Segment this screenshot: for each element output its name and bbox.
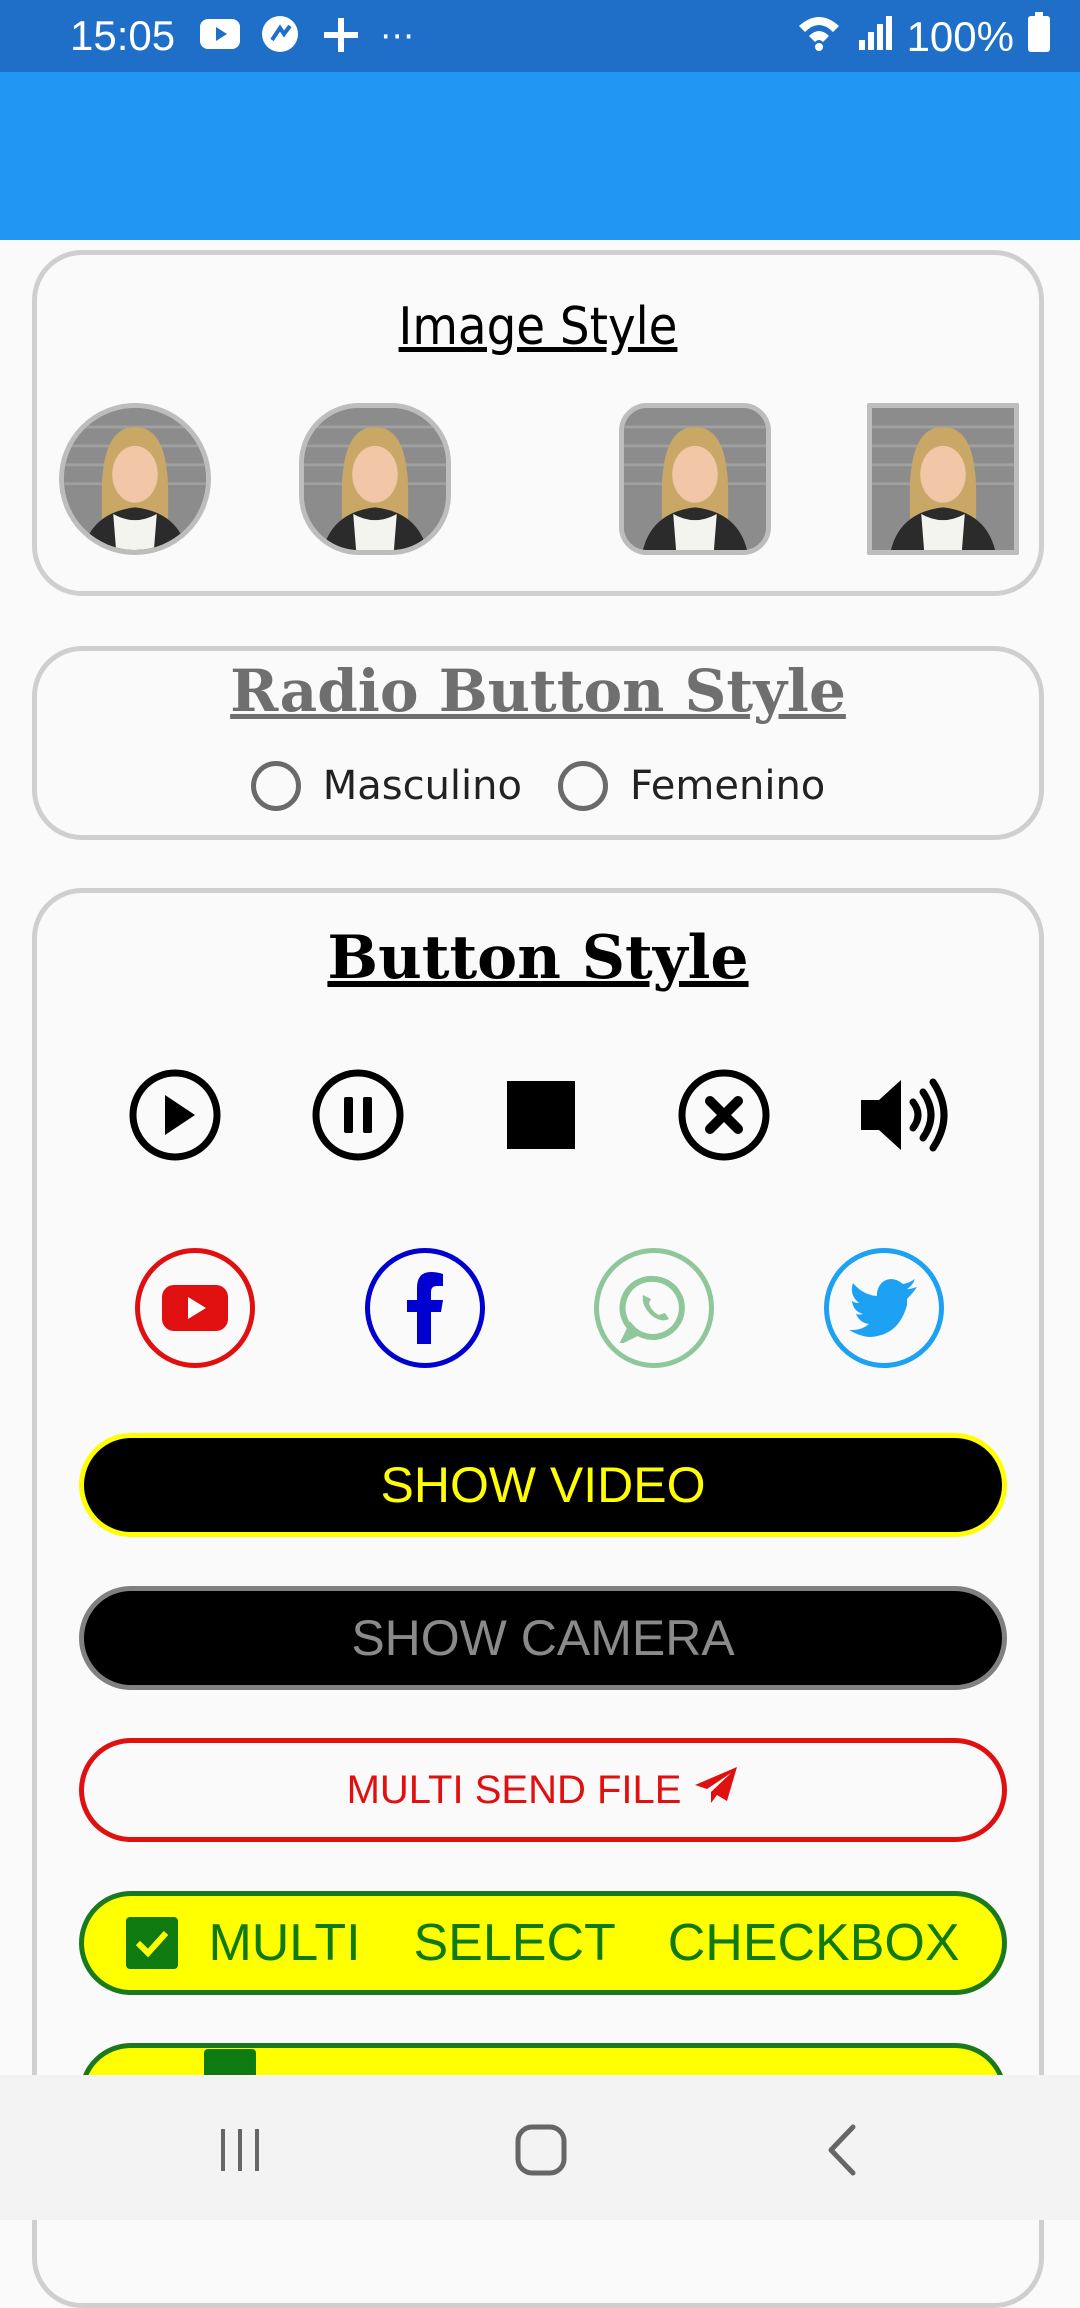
- app-bar: [0, 72, 1080, 240]
- wifi-icon: [795, 12, 843, 62]
- home-icon[interactable]: [506, 2115, 576, 2185]
- back-icon[interactable]: [808, 2115, 878, 2185]
- stop-icon[interactable]: [491, 1065, 591, 1165]
- volume-icon[interactable]: [857, 1065, 957, 1165]
- plus-icon: [320, 14, 360, 58]
- avatar-rounded-small[interactable]: [619, 403, 771, 555]
- youtube-icon[interactable]: [135, 1248, 255, 1368]
- youtube-icon: [200, 19, 240, 53]
- show-video-button[interactable]: SHOW VIDEO: [79, 1433, 1007, 1537]
- pause-icon[interactable]: [308, 1065, 408, 1165]
- checkbox-icon: [126, 1917, 179, 1969]
- battery-text: 100%: [906, 13, 1014, 60]
- battery-icon: [1028, 12, 1050, 62]
- radio-circle[interactable]: [250, 761, 301, 811]
- close-icon[interactable]: [674, 1065, 774, 1165]
- image-style-card: Image Style: [32, 250, 1044, 596]
- facebook-icon[interactable]: [365, 1248, 485, 1368]
- image-style-title: Image Style: [398, 297, 678, 357]
- status-bar: 15:05 ⋯ 100%: [0, 0, 1080, 72]
- radio-style-card: Radio Button Style Masculino Femenino: [32, 646, 1044, 840]
- recent-apps-icon[interactable]: [205, 2115, 275, 2185]
- multi-select-checkbox-button[interactable]: MULTI SELECT CHECKBOX: [79, 1891, 1007, 1995]
- avatar-circle[interactable]: [59, 403, 211, 555]
- radio-group: Masculino Femenino: [37, 761, 1039, 811]
- speed-icon: [260, 14, 300, 58]
- radio-circle[interactable]: [557, 761, 608, 811]
- send-icon: [693, 1765, 739, 1815]
- status-time: 15:05: [70, 12, 176, 59]
- twitter-icon[interactable]: [824, 1248, 944, 1368]
- avatar-square[interactable]: [867, 403, 1019, 555]
- play-icon[interactable]: [125, 1065, 225, 1165]
- show-camera-button[interactable]: SHOW CAMERA: [79, 1586, 1007, 1690]
- avatar-rounded-large[interactable]: [299, 403, 451, 555]
- radio-femenino[interactable]: Femenino: [557, 761, 826, 811]
- radio-label: Femenino: [629, 763, 826, 809]
- radio-masculino[interactable]: Masculino: [250, 761, 522, 811]
- multi-send-file-button[interactable]: MULTI SEND FILE: [79, 1738, 1007, 1842]
- more-icon: ⋯: [380, 16, 414, 56]
- multi-select-checkbox-label: MULTI SELECT CHECKBOX: [208, 1914, 960, 1972]
- radio-label: Masculino: [322, 763, 522, 809]
- navigation-bar: [0, 2075, 1080, 2220]
- radio-style-title: Radio Button Style: [230, 657, 846, 725]
- signal-icon: [857, 12, 893, 62]
- button-style-title: Button Style: [327, 923, 749, 993]
- multi-send-file-label: MULTI SEND FILE: [346, 1767, 682, 1812]
- whatsapp-icon[interactable]: [594, 1248, 714, 1368]
